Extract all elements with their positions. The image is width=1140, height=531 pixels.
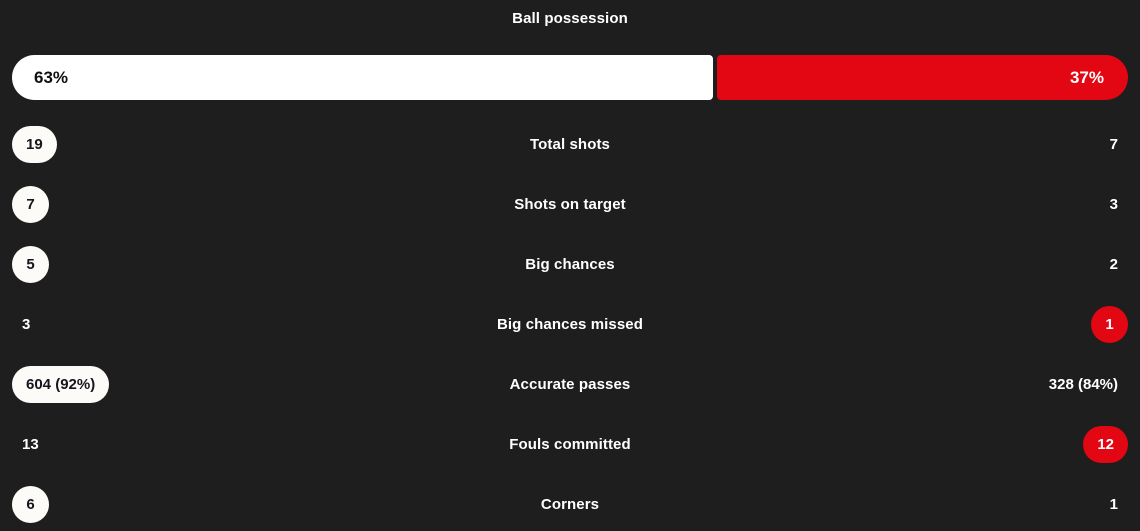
stat-label: Shots on target (514, 195, 626, 213)
stat-label: Fouls committed (509, 435, 631, 453)
stat-home-cell: 7 (0, 185, 360, 223)
stat-label: Big chances (525, 255, 615, 273)
stat-row: 19 Total shots 7 (0, 114, 1140, 174)
match-stats-panel: Ball possession 63% 37% 19 Total shots 7 7 S… (0, 0, 1140, 531)
stat-home-value: 604 (92%) (12, 365, 110, 403)
stat-away-value: 7 (1109, 135, 1118, 153)
possession-away-segment: 37% (716, 55, 1128, 100)
stat-away-value: 1 (1091, 305, 1128, 343)
possession-home-value: 63% (34, 67, 69, 87)
stat-home-value: 13 (22, 435, 39, 453)
stat-home-value: 5 (12, 245, 49, 283)
stat-row: 604 (92%) Accurate passes 328 (84%) (0, 354, 1140, 414)
stat-away-cell: 3 (780, 197, 1140, 212)
possession-title: Ball possession (512, 10, 628, 27)
stat-home-cell: 13 (0, 437, 360, 452)
stat-row: 3 Big chances missed 1 (0, 294, 1140, 354)
stat-home-cell: 19 (0, 125, 360, 163)
stat-home-cell: 3 (0, 317, 360, 332)
stat-row: 7 Shots on target 3 (0, 174, 1140, 234)
stat-rows: 19 Total shots 7 7 Shots on target 3 5 Big chan… (0, 114, 1140, 531)
stat-away-value: 328 (84%) (1048, 375, 1118, 393)
possession-bar: 63% 37% (12, 55, 1128, 100)
stat-away-cell: 328 (84%) (780, 377, 1140, 392)
stat-away-cell: 1 (780, 305, 1140, 343)
stat-row: 6 Corners 1 (0, 474, 1140, 531)
stat-away-cell: 2 (780, 257, 1140, 272)
stat-away-cell: 12 (780, 425, 1140, 463)
stat-home-value: 19 (12, 125, 57, 163)
stat-away-value: 1 (1109, 495, 1118, 513)
stat-away-cell: 7 (780, 137, 1140, 152)
stat-away-value: 3 (1109, 195, 1118, 213)
stat-away-cell: 1 (780, 497, 1140, 512)
stat-label: Corners (540, 495, 600, 513)
possession-away-value: 37% (1069, 67, 1104, 87)
stat-home-value: 6 (12, 485, 49, 523)
stat-home-value: 7 (12, 185, 49, 223)
stat-away-value: 12 (1083, 425, 1128, 463)
possession-home-segment: 63% (12, 55, 713, 100)
stat-label: Big chances missed (496, 315, 644, 333)
stat-home-cell: 6 (0, 485, 360, 523)
stat-label: Total shots (530, 135, 610, 153)
stat-label: Accurate passes (509, 375, 631, 393)
stat-row: 13 Fouls committed 12 (0, 414, 1140, 474)
stat-home-value: 3 (22, 315, 31, 333)
stat-home-cell: 5 (0, 245, 360, 283)
stat-away-value: 2 (1109, 255, 1118, 273)
stat-home-cell: 604 (92%) (0, 365, 360, 403)
stat-row: 5 Big chances 2 (0, 234, 1140, 294)
